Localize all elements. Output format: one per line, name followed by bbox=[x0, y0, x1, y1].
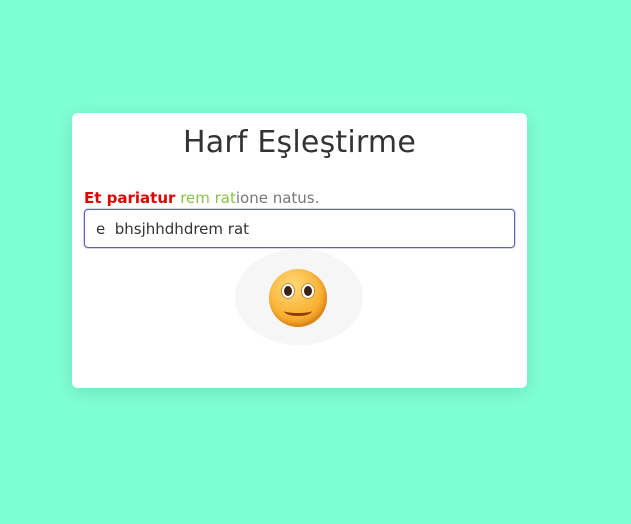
left-eye bbox=[281, 283, 295, 299]
smiling-face-icon bbox=[269, 269, 327, 327]
sentence-wrong-segment: Et pariatur bbox=[84, 189, 176, 207]
game-card: Harf Eşleştirme Et pariatur rem ratione … bbox=[72, 113, 527, 388]
sentence-correct-segment: rem rat bbox=[180, 189, 236, 207]
right-eye bbox=[301, 283, 315, 299]
smile-mouth bbox=[284, 306, 312, 316]
typing-input[interactable] bbox=[84, 209, 515, 248]
target-sentence: Et pariatur rem ratione natus. bbox=[84, 188, 319, 208]
sentence-remaining-segment: ione natus. bbox=[235, 189, 320, 207]
page-title: Harf Eşleştirme bbox=[183, 125, 416, 160]
feedback-bubble bbox=[235, 249, 363, 345]
